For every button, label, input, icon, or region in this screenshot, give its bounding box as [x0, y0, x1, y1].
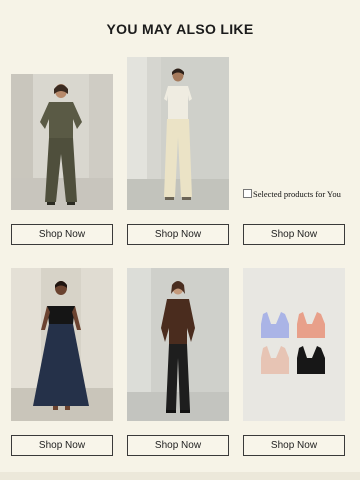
product-image-bralettes[interactable] — [243, 268, 345, 421]
olive-set-photo — [11, 74, 113, 210]
brown-jacket-photo — [127, 268, 229, 421]
page-title: YOU MAY ALSO LIKE — [106, 21, 254, 37]
product-image-brown-jacket[interactable] — [127, 268, 229, 421]
shop-now-button-2[interactable]: Shop Now — [127, 224, 229, 245]
navy-skirt-photo — [11, 268, 113, 421]
product-image-cream-set[interactable] — [127, 57, 229, 210]
broken-image-icon — [243, 189, 252, 198]
bralettes-photo — [243, 268, 345, 421]
shop-now-button-3[interactable]: Shop Now — [243, 224, 345, 245]
shop-now-button-5[interactable]: Shop Now — [127, 435, 229, 456]
footer-divider — [0, 472, 360, 480]
shop-now-button-6[interactable]: Shop Now — [243, 435, 345, 456]
product-image-olive-set[interactable] — [11, 74, 113, 210]
shop-now-button-4[interactable]: Shop Now — [11, 435, 113, 456]
broken-image-placeholder: Selected products for You — [243, 189, 347, 199]
image-alt-text: Selected products for You — [253, 189, 341, 199]
cream-set-photo — [127, 57, 229, 210]
shop-now-button-1[interactable]: Shop Now — [11, 224, 113, 245]
product-image-navy-skirt[interactable] — [11, 268, 113, 421]
